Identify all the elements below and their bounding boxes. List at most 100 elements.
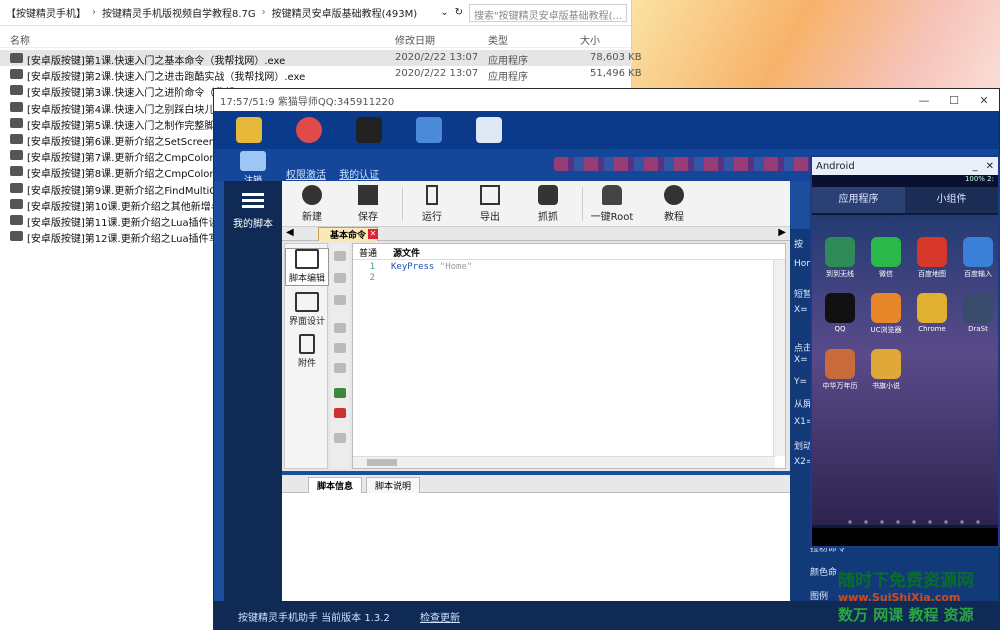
folder-icon[interactable] xyxy=(236,117,262,143)
breadcrumb-current[interactable]: 按键精灵安卓版基础教程(493M) xyxy=(272,5,418,20)
exe-icon xyxy=(10,183,23,193)
new-button[interactable]: 新建 xyxy=(282,185,342,223)
game-icon[interactable] xyxy=(416,117,442,143)
code-view-tabs: 普通 源文件 xyxy=(353,244,785,260)
tab-apps[interactable]: 应用程序 xyxy=(812,187,905,213)
breadcrumb-folder[interactable]: 按键精灵手机版视频自学教程8.7G xyxy=(102,5,256,20)
comment-icon[interactable] xyxy=(334,388,346,398)
tool-icon[interactable] xyxy=(334,363,346,373)
attachment-icon xyxy=(299,334,315,354)
attachment-button[interactable]: 附件 xyxy=(285,334,329,369)
command-label: X= xyxy=(794,355,808,365)
horizontal-scrollbar[interactable] xyxy=(353,456,775,468)
app-label: DraSt xyxy=(968,325,988,333)
certification-link[interactable]: 我的认证 xyxy=(339,170,379,181)
column-size[interactable]: 大小 xyxy=(580,32,600,47)
vertical-scrollbar[interactable] xyxy=(773,260,785,456)
app-label: 百度输入 xyxy=(964,270,992,278)
help-icon xyxy=(664,185,684,205)
chevron-down-icon[interactable]: ⌄ xyxy=(440,7,448,18)
tab-next-icon[interactable]: ▶ xyxy=(778,227,786,238)
script-edit-button[interactable]: 脚本编辑 xyxy=(285,248,329,286)
code-line[interactable]: KeyPress "Home" xyxy=(391,262,472,273)
tab-script-desc[interactable]: 脚本说明 xyxy=(366,477,420,493)
address-bar[interactable]: 【按键精灵手机】 › 按键精灵手机版视频自学教程8.7G › 按键精灵安卓版基础… xyxy=(0,0,631,26)
qq-icon[interactable] xyxy=(356,117,382,143)
app-icon[interactable]: 到到无线 xyxy=(820,237,860,279)
tab-normal[interactable]: 普通 xyxy=(359,246,377,259)
tool-icon[interactable] xyxy=(334,433,346,443)
code-editor[interactable]: 普通 源文件 12 KeyPress "Home" xyxy=(352,243,786,469)
robot-icon[interactable] xyxy=(476,117,502,143)
ui-design-button[interactable]: 界面设计 xyxy=(285,292,329,327)
column-name[interactable]: 名称 xyxy=(10,32,30,47)
file-type: 应用程序 xyxy=(488,68,528,83)
line-numbers: 12 xyxy=(353,262,375,284)
column-type[interactable]: 类型 xyxy=(488,32,508,47)
app-icon[interactable]: DraSt xyxy=(958,293,998,333)
editor-area: 脚本编辑 界面设计 附件 普通 源文件 12 KeyPress "Home" xyxy=(282,241,790,471)
tab-script-info[interactable]: 脚本信息 xyxy=(308,477,362,493)
file-date: 2020/2/22 13:07 xyxy=(395,52,478,63)
tool-icon[interactable] xyxy=(334,295,346,305)
app-icon[interactable]: 百度地图 xyxy=(912,237,952,279)
refresh-icon[interactable]: ↻ xyxy=(455,7,463,18)
uncomment-icon[interactable] xyxy=(334,408,346,418)
breadcrumb-root[interactable]: 【按键精灵手机】 xyxy=(6,5,86,20)
app-label: 微信 xyxy=(879,270,893,278)
file-name: [安卓版按键]第8课.更新介绍之CmpColorEx多 xyxy=(27,165,236,180)
app-icon[interactable]: 书旗小说 xyxy=(866,349,906,391)
export-button[interactable]: 导出 xyxy=(460,185,520,223)
close-icon[interactable]: ✕ xyxy=(969,94,999,107)
exe-icon xyxy=(10,69,23,79)
app-icon[interactable]: UC浏览器 xyxy=(866,293,906,335)
ball-icon[interactable] xyxy=(296,117,322,143)
app-icon[interactable]: 中华万年历 xyxy=(820,349,860,391)
check-update-link[interactable]: 检查更新 xyxy=(420,609,460,624)
editor-side-panel: 脚本编辑 界面设计 附件 xyxy=(284,243,328,469)
file-row[interactable]: [安卓版按键]第1课.快速入门之基本命令（我帮找网）.exe2020/2/22 … xyxy=(0,50,632,66)
exe-icon xyxy=(10,231,23,241)
minimize-icon[interactable]: — xyxy=(909,94,939,107)
tool-icon[interactable] xyxy=(334,323,346,333)
plus-icon xyxy=(302,185,322,205)
tool-icon[interactable] xyxy=(334,251,346,261)
app-label: 书旗小说 xyxy=(872,382,900,390)
file-name: [安卓版按键]第3课.快速入门之进阶命令（我帮 xyxy=(27,84,234,99)
exe-icon xyxy=(10,166,23,176)
app-logo-icon xyxy=(871,237,901,267)
exe-icon xyxy=(10,53,23,63)
tab-source[interactable]: 源文件 xyxy=(393,246,420,259)
tutorial-button[interactable]: 教程 xyxy=(644,185,704,223)
root-button[interactable]: 一键Root xyxy=(582,185,642,223)
close-icon[interactable]: ✕ xyxy=(982,161,998,172)
my-scripts-button[interactable]: 我的脚本 xyxy=(224,193,282,230)
app-icon[interactable]: Chrome xyxy=(912,293,952,333)
editor-gutter-tools xyxy=(330,243,350,469)
close-icon[interactable]: ✕ xyxy=(368,229,378,239)
column-date[interactable]: 修改日期 xyxy=(395,32,435,47)
save-button[interactable]: 保存 xyxy=(338,185,398,223)
watermark: 随时下免费资源网 www.SuiShiXia.com 数万 网课 教程 资源 xyxy=(838,566,998,630)
permission-link[interactable]: 权限激活 xyxy=(286,170,326,181)
search-input[interactable]: 搜索"按键精灵安卓版基础教程(... xyxy=(469,4,627,22)
exe-icon xyxy=(10,199,23,209)
command-group-item[interactable]: 颜色命 xyxy=(810,565,837,578)
maximize-icon[interactable]: ☐ xyxy=(939,94,969,107)
tab-prev-icon[interactable]: ◀ xyxy=(286,227,294,238)
app-icon[interactable]: 百度输入 xyxy=(958,237,998,279)
minimize-icon[interactable]: _ xyxy=(969,161,982,172)
run-button[interactable]: 运行 xyxy=(402,185,462,223)
tool-icon[interactable] xyxy=(334,343,346,353)
menu-icon xyxy=(242,193,264,209)
capture-button[interactable]: 抓抓 xyxy=(518,185,578,223)
info-tabs: 脚本信息 脚本说明 xyxy=(282,475,790,493)
exe-icon xyxy=(10,85,23,95)
app-icon[interactable]: QQ xyxy=(820,293,860,333)
tab-widgets[interactable]: 小组件 xyxy=(905,187,998,213)
tool-icon[interactable] xyxy=(334,273,346,283)
app-label: 中华万年历 xyxy=(823,382,858,390)
app-icon[interactable]: 微信 xyxy=(866,237,906,279)
file-row[interactable]: [安卓版按键]第2课.快速入门之进击跑酷实战（我帮找网）.exe2020/2/2… xyxy=(0,66,632,82)
watermark-line2: www.SuiShiXia.com xyxy=(838,591,998,604)
